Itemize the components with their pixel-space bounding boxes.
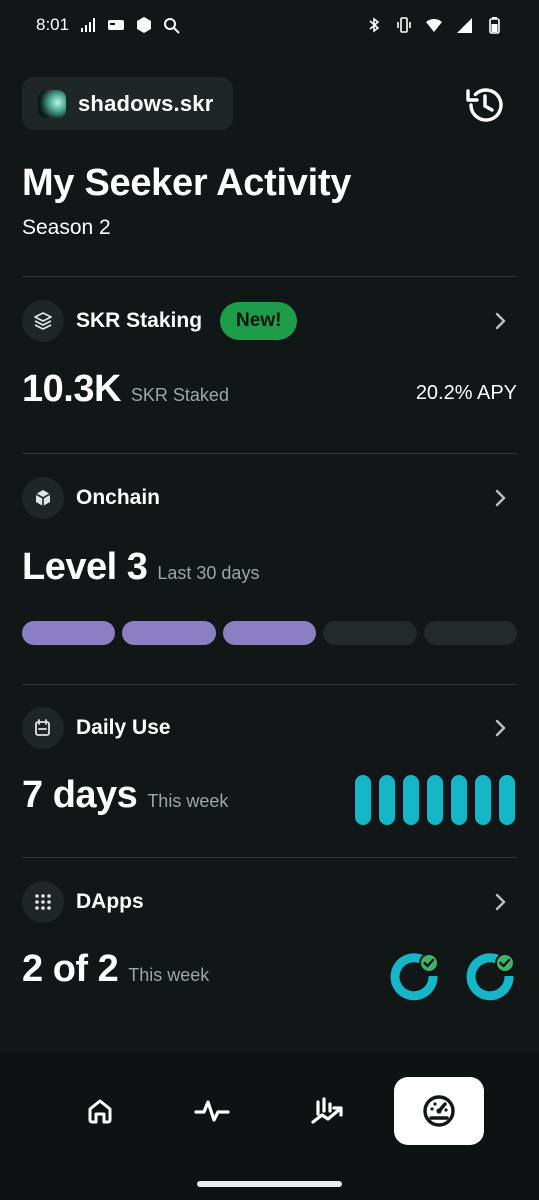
bluetooth-icon <box>369 17 380 33</box>
status-bar: 8:01 <box>0 0 539 50</box>
avatar <box>38 89 66 118</box>
cube-icon <box>137 17 152 33</box>
new-badge: New! <box>220 302 298 340</box>
divider <box>22 857 517 858</box>
level-segment <box>222 621 317 645</box>
account-name: shadows.skr <box>78 90 214 116</box>
gauge-icon <box>423 1095 455 1127</box>
chevron-right-icon[interactable] <box>494 719 508 737</box>
chevron-right-icon[interactable] <box>494 312 508 330</box>
nav-trends[interactable] <box>282 1077 372 1145</box>
nav-activity[interactable] <box>167 1077 257 1145</box>
level-segment <box>22 621 116 645</box>
level-segment <box>122 621 216 645</box>
history-icon[interactable] <box>462 82 508 128</box>
wifi-icon <box>426 18 442 32</box>
dapps-value: 2 of 2 <box>22 948 119 990</box>
onchain-label: Onchain <box>76 486 161 509</box>
day-bar <box>427 775 443 825</box>
day-bar <box>451 775 467 825</box>
daily-use-caption: This week <box>147 791 229 811</box>
chevron-right-icon[interactable] <box>494 489 508 507</box>
onchain-value-row: Level 3 Last 30 days <box>22 546 259 589</box>
daily-use-label: Daily Use <box>76 716 171 739</box>
dapps-icon-wrap <box>22 881 64 923</box>
daily-use-header[interactable]: Daily Use <box>22 707 171 749</box>
daily-use-icon-wrap <box>22 707 64 749</box>
chevron-right-icon[interactable] <box>494 893 508 911</box>
signal-bolt-icon <box>81 18 96 32</box>
dapp-complete-icon <box>390 953 439 1001</box>
dapps-caption: This week <box>128 965 210 985</box>
onchain-value: Level 3 <box>22 546 148 588</box>
vibrate-icon <box>397 17 411 33</box>
staking-header[interactable]: SKR Staking New! <box>22 300 298 342</box>
layers-icon <box>34 312 52 330</box>
day-bar <box>379 775 395 825</box>
daily-use-value-row: 7 days This week <box>22 774 228 817</box>
account-chip[interactable]: shadows.skr <box>22 77 233 130</box>
dapps-label: DApps <box>76 890 144 913</box>
dapps-header[interactable]: DApps <box>22 881 144 923</box>
apy-value: 20.2% APY <box>415 382 517 404</box>
day-bar <box>355 775 371 825</box>
onchain-icon-wrap <box>22 477 64 519</box>
daily-use-bars <box>355 775 515 825</box>
page-title: My Seeker Activity <box>22 162 352 204</box>
staking-label: SKR Staking <box>76 309 203 332</box>
divider <box>22 684 517 685</box>
divider <box>22 276 517 277</box>
nav-home[interactable] <box>55 1077 145 1145</box>
home-icon <box>88 1099 112 1124</box>
staking-icon-wrap <box>22 300 64 342</box>
dapp-complete-icon <box>466 953 515 1001</box>
daily-use-value: 7 days <box>22 774 138 816</box>
staking-value-row: 10.3K SKR Staked <box>22 368 229 411</box>
box-icon <box>35 490 51 506</box>
staking-value: 10.3K <box>22 368 121 410</box>
day-bar <box>499 775 515 825</box>
dapps-completed <box>388 950 516 1002</box>
onchain-header[interactable]: Onchain <box>22 477 160 519</box>
calendar-icon <box>35 719 50 736</box>
status-time: 8:01 <box>36 15 70 34</box>
battery-icon <box>489 17 500 34</box>
dapps-value-row: 2 of 2 This week <box>22 948 209 991</box>
day-bar <box>475 775 491 825</box>
grid-dots-icon <box>35 894 51 910</box>
cell-signal-icon <box>457 18 472 33</box>
staking-caption: SKR Staked <box>130 385 229 405</box>
card-icon <box>108 20 125 30</box>
level-segment <box>323 621 417 645</box>
nav-gauge[interactable] <box>394 1077 484 1145</box>
onchain-caption: Last 30 days <box>157 563 260 583</box>
activity-icon <box>194 1100 230 1122</box>
level-progress <box>22 621 518 645</box>
level-segment <box>423 621 518 645</box>
divider <box>22 453 517 454</box>
chart-trend-icon <box>311 1097 343 1124</box>
search-sparkle-icon <box>164 18 180 34</box>
home-indicator[interactable] <box>197 1181 342 1187</box>
page-subtitle: Season 2 <box>22 216 111 239</box>
day-bar <box>403 775 419 825</box>
